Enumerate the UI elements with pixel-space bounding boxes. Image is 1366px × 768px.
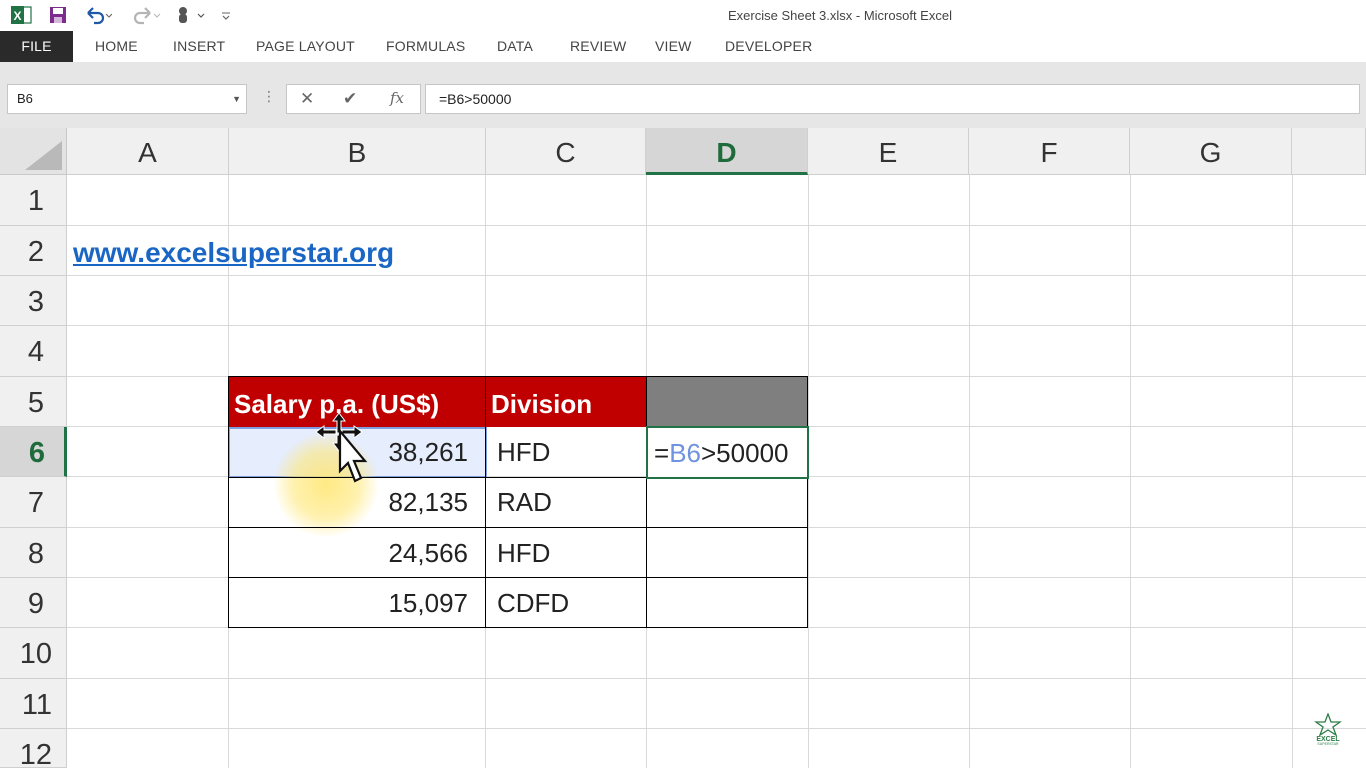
cell-c6[interactable]: HFD [486,427,646,477]
formula-input[interactable]: =B6>50000 [425,84,1360,114]
row-header-7[interactable]: 7 [0,477,67,528]
tab-page-layout[interactable]: PAGE LAYOUT [256,31,355,62]
cell-a2-hyperlink[interactable]: www.excelsuperstar.org [73,237,394,269]
tab-insert[interactable]: INSERT [173,31,225,62]
table-border [228,577,808,578]
row-header-5[interactable]: 5 [0,377,67,427]
select-all-button[interactable] [0,128,67,175]
column-header-c[interactable]: C [486,128,646,175]
gridline [67,225,1366,226]
row-header-10[interactable]: 10 [0,628,67,679]
row-header-3[interactable]: 3 [0,276,67,326]
name-box-value: B6 [17,91,33,106]
insert-function-icon[interactable]: fx [390,89,404,107]
svg-text:SUPERSTAR: SUPERSTAR [1317,742,1339,745]
row-header-2[interactable]: 2 [0,226,67,276]
row-header-1[interactable]: 1 [0,175,67,226]
cell-b9[interactable]: 15,097 [229,578,485,628]
name-box[interactable]: B6 ▼ [7,84,247,114]
title-bar: X Exercise Sheet 3.xlsx - Microsoft Exce… [0,0,1366,31]
column-header-b[interactable]: B [229,128,486,175]
gridline [67,275,1366,276]
formula-rest: >50000 [701,438,789,468]
window-title: Exercise Sheet 3.xlsx - Microsoft Excel [728,8,952,23]
column-header-h[interactable] [1292,128,1366,175]
row-header-8[interactable]: 8 [0,528,67,578]
table-border [228,377,229,628]
row-header-11[interactable]: 11 [0,679,67,729]
table-border [646,377,647,628]
formula-buttons: ✕ ✔ fx [286,84,421,114]
cell-c7[interactable]: RAD [486,477,646,527]
row-header-6[interactable]: 6 [0,427,67,477]
table-border [228,376,808,377]
cell-b8[interactable]: 24,566 [229,528,485,578]
row-header-9[interactable]: 9 [0,578,67,628]
table-border [807,377,808,628]
tab-developer[interactable]: DEVELOPER [725,31,812,62]
tab-file[interactable]: FILE [0,31,73,62]
enter-icon[interactable]: ✔ [343,89,357,109]
gridline [1130,175,1131,768]
ribbon-tabs: FILE HOME INSERT PAGE LAYOUT FORMULAS DA… [0,31,1366,62]
table-border [228,527,808,528]
tab-formulas[interactable]: FORMULAS [386,31,465,62]
formula-eq: = [654,438,670,468]
cell-c9[interactable]: CDFD [486,578,646,628]
mouse-cursor-icon [315,412,374,492]
tab-data[interactable]: DATA [497,31,533,62]
tab-home[interactable]: HOME [95,31,138,62]
cell-d5-header[interactable] [646,377,808,427]
chevron-down-icon[interactable]: ▼ [232,85,241,113]
gridline [67,325,1366,326]
column-header-a[interactable]: A [67,128,229,175]
gridline [1292,175,1293,768]
row-header-4[interactable]: 4 [0,326,67,377]
worksheet-grid: A B C D E F G 1 2 3 4 5 6 7 8 9 10 11 12… [0,128,1366,768]
gridline [67,728,1366,729]
formula-bar-area: B6 ▼ ⋮ ✕ ✔ fx =B6>50000 [0,62,1366,128]
column-header-f[interactable]: F [969,128,1130,175]
formula-bar-resize-icon[interactable]: ⋮ [262,88,276,105]
cell-d6-editing[interactable]: =B6>50000 [646,426,809,479]
table-border [485,377,486,628]
column-header-e[interactable]: E [808,128,969,175]
cell-c8[interactable]: HFD [486,528,646,578]
gridline [67,678,1366,679]
tab-review[interactable]: REVIEW [570,31,626,62]
table-border [228,627,808,628]
gridline [969,175,970,768]
cell-c5-header[interactable]: Division [486,377,646,427]
formula-reference: B6 [669,438,701,468]
excel-superstar-logo: EXCEL SUPERSTAR [1310,712,1346,750]
column-header-g[interactable]: G [1130,128,1292,175]
row-header-12[interactable]: 12 [0,729,67,768]
cancel-icon[interactable]: ✕ [300,89,314,109]
column-header-d[interactable]: D [646,128,808,175]
tab-view[interactable]: VIEW [655,31,692,62]
